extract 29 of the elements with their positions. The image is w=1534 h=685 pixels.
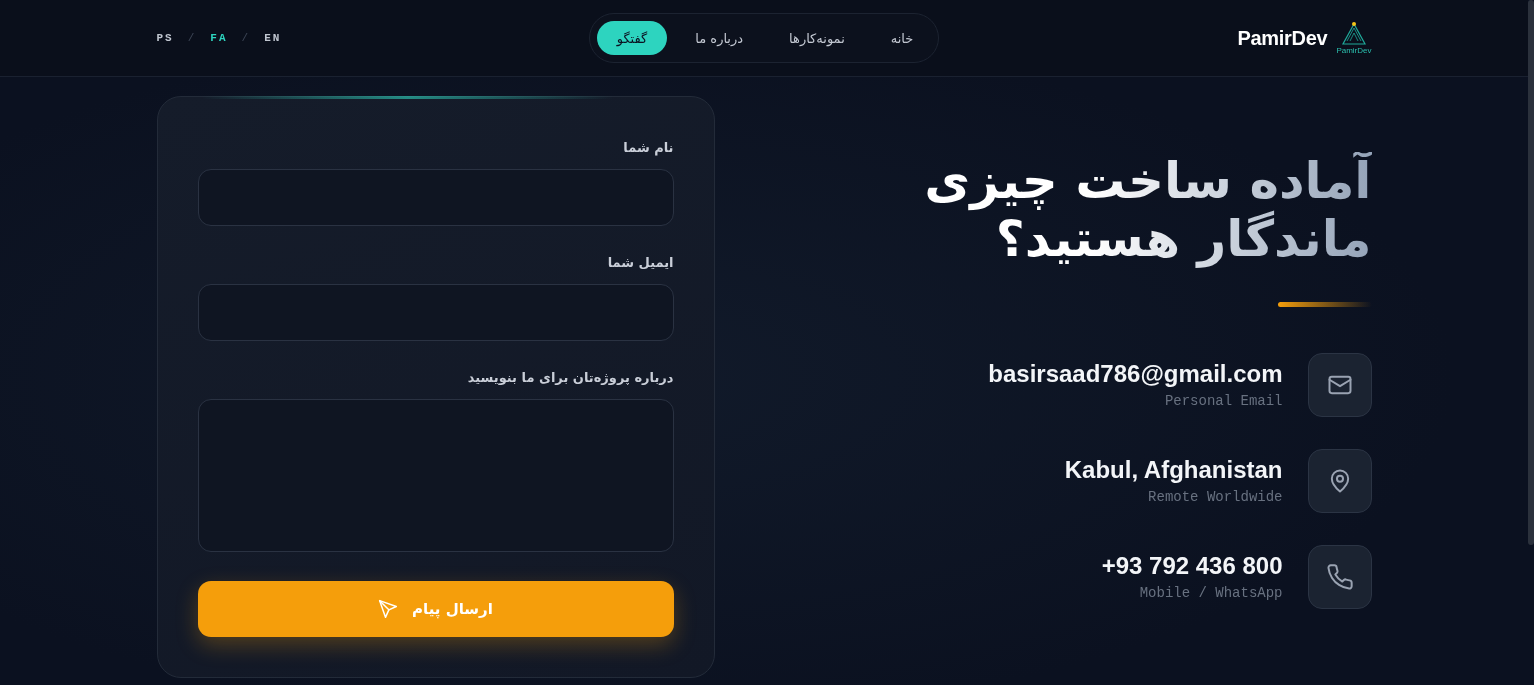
contact-value: +93 792 436 800 xyxy=(1101,552,1283,580)
nav-tab[interactable]: خانه xyxy=(872,21,932,55)
map-pin-icon xyxy=(1307,449,1372,513)
message-field[interactable] xyxy=(197,399,674,552)
contact-value: Kabul, Afghanistan xyxy=(1064,456,1283,484)
language-separator: / xyxy=(241,32,251,44)
field-label: ایمیل شما xyxy=(606,254,674,272)
envelope-icon xyxy=(1307,353,1372,417)
field-label: درباره پروژه‌تان برای ما بنویسید xyxy=(466,369,674,387)
nav-tab[interactable]: گفتگو xyxy=(596,21,668,55)
language-separator: / xyxy=(187,32,197,44)
phone-icon xyxy=(1307,545,1372,609)
language-option[interactable]: EN xyxy=(264,32,282,44)
triangle-logo-icon xyxy=(1340,21,1367,45)
input-field[interactable] xyxy=(197,169,674,226)
input-field[interactable] xyxy=(197,284,674,341)
nav-tab[interactable]: درباره ما xyxy=(677,21,762,55)
scrollbar-thumb[interactable] xyxy=(1528,0,1534,545)
logo-text[interactable]: PamirDev xyxy=(1237,26,1328,50)
contact-value: basirsaad786@gmail.com xyxy=(988,360,1283,388)
contact-label: Mobile / WhatsApp xyxy=(1139,584,1283,602)
nav-tab[interactable]: نمونه‌کارها xyxy=(771,21,863,55)
field-label: نام شما xyxy=(622,139,674,158)
language-option[interactable]: PS xyxy=(156,32,174,44)
contact-label: Personal Email xyxy=(1164,392,1283,410)
logo-caption: PamirDev xyxy=(1336,46,1372,55)
contact-label: Remote Worldwide xyxy=(1148,488,1283,506)
language-option[interactable]: FA xyxy=(210,32,228,44)
send-icon xyxy=(378,599,399,619)
